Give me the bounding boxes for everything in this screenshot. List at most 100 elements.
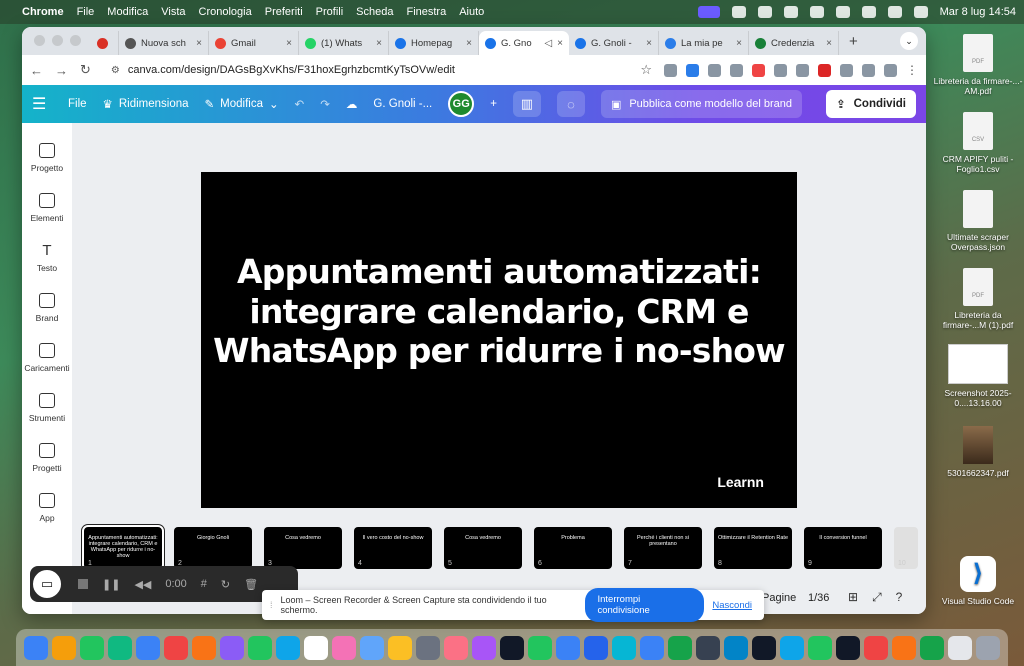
close-tab-icon[interactable]: × bbox=[557, 38, 563, 49]
more-menu-icon[interactable]: ⋮ bbox=[906, 63, 918, 77]
close-tab-icon[interactable]: × bbox=[466, 38, 472, 49]
back-arrow-icon[interactable]: ← bbox=[30, 63, 43, 78]
browser-tab[interactable]: (1) Whats × bbox=[299, 31, 389, 55]
dock-app-icon[interactable] bbox=[304, 635, 328, 660]
menu-finestra[interactable]: Finestra bbox=[406, 6, 446, 18]
desktop-file[interactable]: 5301662347.pdf bbox=[932, 426, 1024, 478]
dock-app-icon[interactable] bbox=[108, 635, 132, 660]
desktop-app[interactable]: ⟩ Visual Studio Code bbox=[932, 556, 1024, 606]
extension-icon[interactable] bbox=[708, 63, 721, 77]
browser-tab[interactable]: La mia pe × bbox=[659, 31, 749, 55]
dock-app-icon[interactable] bbox=[360, 635, 384, 660]
maximize-window-button[interactable] bbox=[70, 35, 81, 46]
sidebar-item-brand[interactable]: Brand bbox=[22, 293, 72, 323]
drag-handle-icon[interactable]: ⁞ bbox=[270, 600, 273, 610]
address-bar[interactable]: ⚙ canva.com/design/DAGsBgXvKhs/F31hoxEgr… bbox=[103, 59, 628, 81]
profile-avatar[interactable] bbox=[884, 63, 897, 77]
desktop-file[interactable]: Ultimate scraper Overpass.json bbox=[932, 190, 1024, 252]
dock-app-icon[interactable] bbox=[52, 635, 76, 660]
sidebar-item-app[interactable]: App bbox=[22, 493, 72, 523]
page-thumbnail[interactable]: Giorgio Gnoli 2 bbox=[174, 527, 252, 569]
browser-tab[interactable]: G. Gnoli - × bbox=[569, 31, 659, 55]
dock-app-icon[interactable] bbox=[220, 635, 244, 660]
menu-cronologia[interactable]: Cronologia bbox=[199, 6, 252, 18]
status-icon[interactable] bbox=[731, 6, 746, 18]
page-thumbnail[interactable]: 10 bbox=[894, 527, 918, 569]
dock-app-icon[interactable] bbox=[808, 635, 832, 660]
rewind-icon[interactable]: ◀◀ bbox=[134, 578, 151, 591]
slide-brand-logo[interactable]: Learnn bbox=[717, 474, 764, 490]
dock-app-icon[interactable] bbox=[584, 635, 608, 660]
tab-search-button[interactable]: ⌄ bbox=[900, 32, 918, 50]
menu-chrome[interactable]: Chrome bbox=[22, 6, 64, 18]
dock-app-icon[interactable] bbox=[500, 635, 524, 660]
desktop-file[interactable]: PDF Libreteria da firmare-...-AM.pdf bbox=[932, 34, 1024, 96]
document-title[interactable]: G. Gnoli -... bbox=[373, 98, 432, 110]
camera-button[interactable]: ▭ bbox=[30, 567, 64, 601]
user-avatar[interactable]: GG bbox=[448, 91, 475, 117]
close-tab-icon[interactable]: × bbox=[646, 38, 652, 49]
dock-app-icon[interactable] bbox=[332, 635, 356, 660]
pages-toggle[interactable]: Pagine bbox=[762, 592, 796, 604]
browser-tab[interactable]: Nuova sch × bbox=[119, 31, 209, 55]
control-center-icon[interactable] bbox=[913, 6, 928, 18]
dock-app-icon[interactable] bbox=[668, 635, 692, 660]
desktop-file[interactable]: CSV CRM APIFY puliti - Foglio1.csv bbox=[932, 112, 1024, 174]
grid-icon[interactable]: # bbox=[201, 578, 207, 590]
browser-tab[interactable]: Gmail × bbox=[209, 31, 299, 55]
close-tab-icon[interactable]: × bbox=[376, 38, 382, 49]
extension-icon[interactable] bbox=[774, 63, 787, 77]
dock-app-icon[interactable] bbox=[472, 635, 496, 660]
close-tab-icon[interactable]: × bbox=[196, 38, 202, 49]
hide-banner-link[interactable]: Nascondi bbox=[712, 600, 756, 611]
dock-app-icon[interactable] bbox=[836, 635, 860, 660]
dock-app-icon[interactable] bbox=[444, 635, 468, 660]
page-thumbnail[interactable]: Problema 6 bbox=[534, 527, 612, 569]
dock-app-icon[interactable] bbox=[556, 635, 580, 660]
extension-icon[interactable] bbox=[796, 63, 809, 77]
dock-app-icon[interactable] bbox=[192, 635, 216, 660]
dock-app-icon[interactable] bbox=[724, 635, 748, 660]
dock-app-icon[interactable] bbox=[24, 635, 48, 660]
close-tab-icon[interactable]: × bbox=[736, 38, 742, 49]
help-icon[interactable]: ? bbox=[896, 590, 903, 605]
slide-canvas[interactable]: Appuntamenti automatizzati: integrare ca… bbox=[201, 172, 797, 508]
wifi-icon[interactable] bbox=[887, 6, 902, 18]
menu-modifica[interactable]: Modifica bbox=[107, 6, 148, 18]
analytics-button[interactable]: ▥ bbox=[512, 91, 541, 117]
undo-icon[interactable]: ↶ bbox=[295, 97, 305, 111]
reload-icon[interactable]: ↻ bbox=[80, 62, 91, 78]
forward-arrow-icon[interactable]: → bbox=[55, 63, 68, 78]
add-collaborator-icon[interactable]: + bbox=[490, 98, 497, 110]
dock-app-icon[interactable] bbox=[164, 635, 188, 660]
status-icon[interactable] bbox=[757, 6, 772, 18]
sidebar-item-caricamenti[interactable]: Caricamenti bbox=[22, 343, 72, 373]
close-tab-icon[interactable]: × bbox=[286, 38, 292, 49]
extension-icon[interactable] bbox=[730, 63, 743, 77]
menu-profili[interactable]: Profili bbox=[316, 6, 344, 18]
close-tab-icon[interactable]: × bbox=[826, 38, 832, 49]
extensions-puzzle-icon[interactable] bbox=[840, 63, 853, 77]
dock-app-icon[interactable] bbox=[976, 635, 1000, 660]
dock-app-icon[interactable] bbox=[948, 635, 972, 660]
page-thumbnail[interactable]: Appuntamenti automatizzati: integrare ca… bbox=[82, 525, 164, 571]
edit-mode-button[interactable]: ✎ Modifica ⌄ bbox=[205, 97, 279, 111]
menu-vista[interactable]: Vista bbox=[161, 6, 185, 18]
slide-title[interactable]: Appuntamenti automatizzati: integrare ca… bbox=[201, 252, 797, 371]
bookmark-star-icon[interactable]: ☆ bbox=[640, 62, 652, 78]
page-thumbnail[interactable]: Cosa vedremo 5 bbox=[444, 527, 522, 569]
grid-view-icon[interactable]: ⊞ bbox=[848, 590, 858, 605]
page-thumbnail[interactable]: Il vero costo del no-show 4 bbox=[354, 527, 432, 569]
screen-recording-icon[interactable] bbox=[697, 6, 720, 18]
desktop-file[interactable]: PDF Libreteria da firmare-...M (1).pdf bbox=[932, 268, 1024, 330]
resize-button[interactable]: ♛ Ridimensiona bbox=[103, 97, 189, 111]
fullscreen-icon[interactable]: ⤢ bbox=[872, 590, 882, 605]
comments-button[interactable]: ◌ bbox=[556, 91, 585, 117]
restart-icon[interactable]: ↻ bbox=[221, 578, 230, 591]
sidebar-item-progetti[interactable]: Progetti bbox=[22, 443, 72, 473]
dock-app-icon[interactable] bbox=[864, 635, 888, 660]
extension-icon[interactable] bbox=[686, 63, 699, 77]
dock-app-icon[interactable] bbox=[612, 635, 636, 660]
battery-icon[interactable] bbox=[861, 6, 876, 18]
site-info-icon[interactable]: ⚙ bbox=[111, 65, 120, 76]
